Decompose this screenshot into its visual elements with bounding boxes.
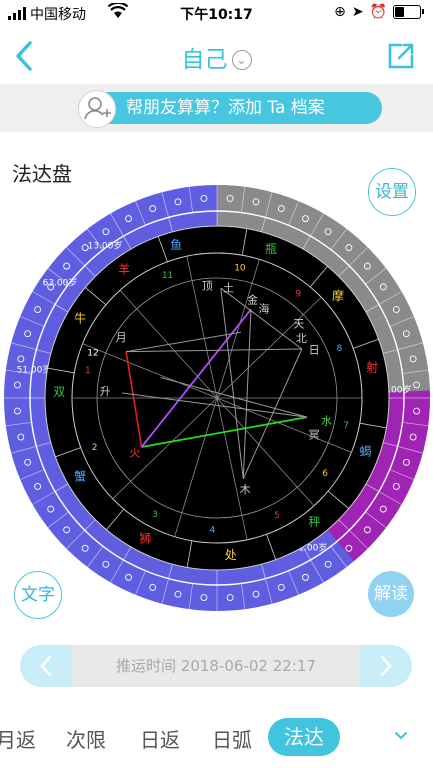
text-button[interactable]: 文字 — [14, 571, 62, 619]
zodiac-sign-label: 鱼 — [170, 238, 182, 252]
house-number: 11 — [162, 271, 173, 281]
tab-solar-return-month[interactable]: 月返 — [0, 724, 36, 753]
status-bar: 中国移动 下午10:17 ⊕ ➤ ⏰ — [0, 0, 433, 28]
add-friend-button[interactable]: 帮朋友算算？添加 Ta 档案 — [78, 90, 382, 128]
planet-label: 火 — [129, 446, 140, 459]
tab-day-return[interactable]: 日返 — [140, 724, 180, 753]
zodiac-sign-label: 摩 — [332, 288, 344, 303]
next-time-button[interactable] — [360, 645, 412, 687]
chart-type-tabs: 月返 次限 日返 日弧 法达 — [0, 718, 433, 758]
chevron-down-icon[interactable] — [393, 728, 409, 744]
add-profile-banner: 帮朋友算算？添加 Ta 档案 — [0, 84, 433, 132]
planet-label: 月 — [116, 331, 127, 344]
zodiac-sign-label: 双 — [53, 385, 65, 399]
planet-label: 日 — [309, 344, 320, 357]
zodiac-sign-label: 蝎 — [359, 445, 371, 459]
alarm-icon: ⏰ — [369, 4, 387, 20]
zodiac-sign-label: 秤 — [308, 515, 320, 529]
zodiac-sign-label: 瓶 — [265, 242, 277, 256]
battery-icon — [393, 5, 424, 19]
zodiac-sign-label: 蟹 — [74, 469, 86, 484]
planet-label: 升 — [100, 385, 111, 398]
tab-secondary-progression[interactable]: 次限 — [66, 724, 106, 753]
planet-label: 木 — [240, 483, 251, 496]
zodiac-sign-label: 牛 — [74, 311, 86, 326]
tab-solar-arc[interactable]: 日弧 — [212, 724, 252, 753]
settings-button[interactable]: 设置 — [368, 168, 416, 216]
add-friend-icon — [78, 90, 116, 128]
planet-label: 水 — [321, 414, 332, 427]
house-number: 7 — [343, 421, 349, 431]
zodiac-sign-label: 狮 — [139, 531, 151, 545]
house-number: 1 — [85, 366, 91, 376]
zodiac-sign-label: 处 — [225, 548, 237, 562]
planet-label: 顶 — [202, 279, 213, 292]
previous-time-button[interactable] — [20, 645, 72, 687]
house-number: 10 — [234, 264, 246, 274]
location-icon: ➤ — [351, 4, 364, 20]
house-number: 9 — [295, 289, 301, 299]
progression-time-bar: 推运时间 2018-06-02 22:17 — [20, 645, 412, 687]
planet-label: 金 — [247, 292, 258, 306]
planet-label: 天 — [293, 317, 304, 330]
zodiac-sign-label: 羊 — [118, 262, 130, 277]
profile-selector[interactable]: 自己 ⌄ — [0, 40, 433, 74]
chevron-down-icon: ⌄ — [231, 50, 252, 70]
planet-label: 土 — [223, 282, 234, 295]
nav-bar: 自己 ⌄ — [0, 28, 433, 84]
age-label: 13.00岁 — [88, 240, 123, 252]
house-number: 3 — [152, 510, 158, 520]
house-number: 2 — [92, 443, 98, 453]
tab-firdaria[interactable]: 法达 — [268, 718, 340, 756]
progression-time-label: 推运时间 2018-06-02 22:17 — [116, 657, 316, 675]
age-label: 51.00岁 — [17, 364, 52, 376]
planet-label: 冥 — [309, 428, 320, 441]
planet-label: 北 — [296, 332, 307, 345]
house-number: 4 — [210, 525, 216, 535]
planet-label: 海 — [258, 302, 269, 316]
share-icon[interactable] — [387, 42, 415, 70]
natal-chart-wheel[interactable]: 0.00岁13.00岁31.00岁40.00岁51.00岁63.00岁4.00岁… — [0, 180, 433, 620]
lock-rotation-icon: ⊕ — [334, 4, 346, 20]
interpret-button[interactable]: 解读 — [368, 571, 414, 617]
zodiac-sign-label: 射 — [366, 359, 378, 374]
house-number: 6 — [322, 469, 328, 479]
house-number: 5 — [274, 511, 280, 521]
age-label: 63.00岁 — [43, 277, 78, 289]
banner-text: 帮朋友算算？添加 Ta 档案 — [126, 98, 325, 118]
house-number: 12 — [87, 348, 98, 358]
page-title: 自己 — [181, 47, 228, 73]
house-number: 8 — [337, 344, 343, 354]
